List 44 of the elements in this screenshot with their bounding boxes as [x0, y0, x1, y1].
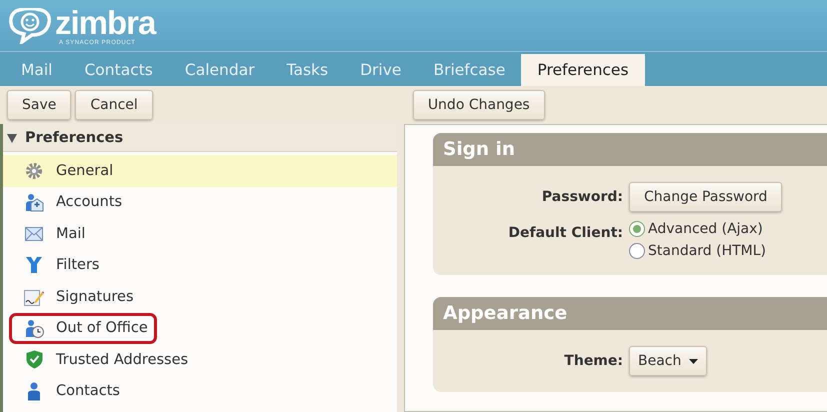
item-label: Mail — [56, 226, 86, 242]
item-label: Filters — [56, 257, 100, 274]
logo-icon — [8, 8, 52, 44]
tree-item[interactable]: Out of Office — [3, 312, 397, 344]
item-label: General — [56, 162, 114, 179]
toolbar-button[interactable]: Cancel — [75, 90, 153, 120]
tree-title: Preferences — [25, 130, 124, 146]
envelope-icon — [25, 226, 43, 241]
toolbar-button[interactable]: Save — [7, 90, 72, 120]
person-clock-icon — [24, 318, 44, 338]
caret-icon — [689, 358, 698, 364]
tree-item[interactable]: Mail — [3, 218, 397, 250]
tree-item[interactable]: General — [3, 155, 397, 186]
toolbar-button[interactable]: Undo Changes — [412, 90, 545, 120]
radio-label[interactable]: Advanced (Ajax) — [648, 221, 763, 237]
radio-label[interactable]: Standard (HTML) — [648, 243, 766, 259]
theme-dropdown[interactable]: Beach — [629, 346, 708, 376]
field-label: Theme: — [563, 352, 623, 369]
gear-icon — [25, 162, 43, 180]
app-tab[interactable]: Preferences — [521, 54, 645, 86]
tree-item[interactable]: Contacts — [3, 376, 397, 407]
collapse-arrow-icon[interactable] — [7, 132, 17, 142]
radio-button[interactable] — [629, 243, 645, 259]
item-label: Trusted Addresses — [56, 352, 188, 368]
item-label: Contacts — [56, 383, 120, 400]
section-title: Sign in — [433, 133, 827, 166]
section-title: Appearance — [433, 297, 827, 330]
item-label: Accounts — [56, 194, 122, 210]
signature-icon — [24, 288, 44, 306]
item-label: Out of Office — [56, 320, 148, 336]
field-label: Password: — [540, 188, 623, 205]
tree-item[interactable]: Trusted Addresses — [3, 344, 397, 376]
change-password-button[interactable]: Change Password — [629, 182, 782, 212]
field-label: Default Client: — [507, 224, 623, 241]
shield-check-icon — [26, 350, 42, 370]
tree-item[interactable]: Signatures — [3, 281, 397, 312]
tree-item[interactable]: Filters — [3, 250, 397, 281]
logo-name: zimbra — [55, 6, 156, 38]
item-label: Signatures — [56, 288, 134, 305]
radio-button[interactable] — [629, 221, 645, 237]
person-envelope-icon — [24, 192, 44, 212]
fork-icon — [25, 256, 43, 274]
person-icon — [27, 382, 41, 401]
tree-item[interactable]: Accounts — [3, 186, 397, 218]
